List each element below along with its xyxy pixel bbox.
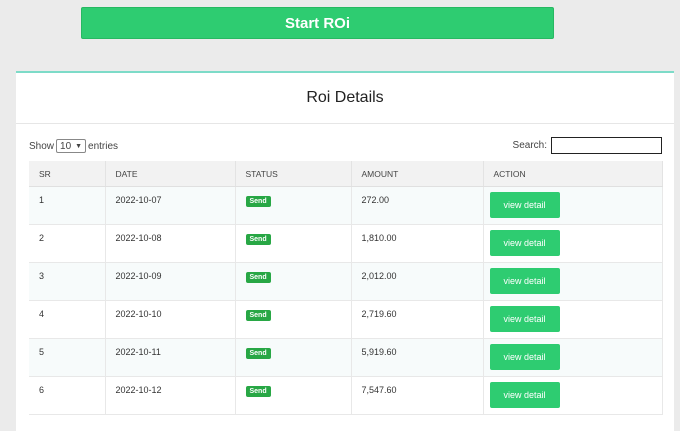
cell-amount: 2,012.00 bbox=[351, 262, 484, 301]
cell-status: Send bbox=[235, 262, 352, 301]
status-badge: Send bbox=[245, 196, 271, 207]
cell-date: 2022-10-10 bbox=[105, 300, 236, 339]
entries-label: entries bbox=[88, 140, 119, 152]
status-badge: Send bbox=[245, 272, 271, 283]
column-header-date[interactable]: DATE bbox=[105, 161, 236, 187]
cell-action: view detail bbox=[483, 262, 663, 301]
cell-sr: 4 bbox=[29, 300, 106, 339]
view-detail-button[interactable]: view detail bbox=[489, 306, 560, 332]
cell-date: 2022-10-09 bbox=[105, 262, 236, 301]
cell-date: 2022-10-11 bbox=[105, 338, 236, 377]
cell-status: Send bbox=[235, 186, 352, 225]
cell-status: Send bbox=[235, 376, 352, 415]
cell-amount: 272.00 bbox=[351, 186, 484, 225]
cell-date: 2022-10-12 bbox=[105, 376, 236, 415]
view-detail-button[interactable]: view detail bbox=[489, 230, 560, 256]
table-row: 6 2022-10-12 Send 7,547.60 view detail bbox=[29, 376, 663, 415]
cell-date: 2022-10-08 bbox=[105, 224, 236, 263]
table-row: 3 2022-10-09 Send 2,012.00 view detail bbox=[29, 262, 663, 301]
cell-date: 2022-10-07 bbox=[105, 186, 236, 225]
search-input[interactable] bbox=[551, 137, 662, 154]
card-title: Roi Details bbox=[16, 73, 674, 124]
cell-sr: 1 bbox=[29, 186, 106, 225]
cell-sr: 3 bbox=[29, 262, 106, 301]
cell-action: view detail bbox=[483, 186, 663, 225]
entries-length-control: Show 10 ▼ entries bbox=[29, 139, 118, 153]
cell-amount: 2,719.60 bbox=[351, 300, 484, 339]
cell-amount: 5,919.60 bbox=[351, 338, 484, 377]
cell-sr: 2 bbox=[29, 224, 106, 263]
table-controls: Show 10 ▼ entries Search: bbox=[29, 137, 662, 155]
table-row: 1 2022-10-07 Send 272.00 view detail bbox=[29, 186, 663, 225]
entries-select[interactable]: 10 ▼ bbox=[56, 139, 87, 153]
status-badge: Send bbox=[245, 310, 271, 321]
view-detail-button[interactable]: view detail bbox=[489, 268, 560, 294]
cell-status: Send bbox=[235, 338, 352, 377]
view-detail-button[interactable]: view detail bbox=[489, 382, 560, 408]
status-badge: Send bbox=[245, 234, 271, 245]
cell-amount: 7,547.60 bbox=[351, 376, 484, 415]
cell-action: view detail bbox=[483, 224, 663, 263]
cell-status: Send bbox=[235, 300, 352, 339]
status-badge: Send bbox=[245, 386, 271, 397]
roi-table: SR DATE STATUS AMOUNT ACTION 1 2022-10-0… bbox=[29, 161, 663, 415]
entries-select-value: 10 bbox=[60, 140, 72, 152]
column-header-status[interactable]: STATUS bbox=[235, 161, 352, 187]
column-header-sr[interactable]: SR bbox=[29, 161, 106, 187]
view-detail-button[interactable]: view detail bbox=[489, 344, 560, 370]
table-row: 5 2022-10-11 Send 5,919.60 view detail bbox=[29, 338, 663, 377]
cell-sr: 5 bbox=[29, 338, 106, 377]
cell-sr: 6 bbox=[29, 376, 106, 415]
search-control: Search: bbox=[513, 137, 662, 154]
roi-details-card: Roi Details Show 10 ▼ entries Search: SR… bbox=[16, 71, 674, 431]
column-header-action[interactable]: ACTION bbox=[483, 161, 663, 187]
show-label: Show bbox=[29, 140, 55, 152]
cell-action: view detail bbox=[483, 338, 663, 377]
chevron-down-icon: ▼ bbox=[75, 142, 83, 150]
table-header-row: SR DATE STATUS AMOUNT ACTION bbox=[29, 161, 663, 187]
search-label: Search: bbox=[512, 140, 547, 151]
cell-status: Send bbox=[235, 224, 352, 263]
view-detail-button[interactable]: view detail bbox=[489, 192, 560, 218]
cell-action: view detail bbox=[483, 376, 663, 415]
status-badge: Send bbox=[245, 348, 271, 359]
cell-action: view detail bbox=[483, 300, 663, 339]
start-roi-button[interactable]: Start ROi bbox=[81, 7, 554, 39]
table-row: 2 2022-10-08 Send 1,810.00 view detail bbox=[29, 224, 663, 263]
cell-amount: 1,810.00 bbox=[351, 224, 484, 263]
column-header-amount[interactable]: AMOUNT bbox=[351, 161, 484, 187]
table-row: 4 2022-10-10 Send 2,719.60 view detail bbox=[29, 300, 663, 339]
